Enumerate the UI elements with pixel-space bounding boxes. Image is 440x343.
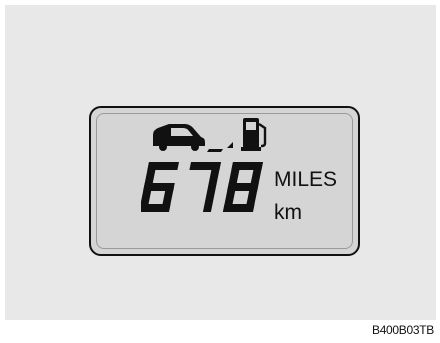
status-icon-row (153, 118, 267, 152)
fuel-pump-icon (241, 118, 267, 151)
range-digit (141, 162, 179, 212)
range-display: MILES km (89, 106, 360, 256)
car-icon (153, 124, 205, 151)
range-arrow-icon (207, 142, 233, 152)
illustration-panel: MILES km (5, 5, 436, 320)
figure-code: B400B03TB (371, 323, 434, 337)
range-digit (222, 162, 263, 212)
range-digits (141, 162, 263, 212)
unit-miles-label: MILES (274, 168, 338, 191)
unit-km-label: km (274, 201, 302, 224)
range-digit (189, 162, 221, 212)
